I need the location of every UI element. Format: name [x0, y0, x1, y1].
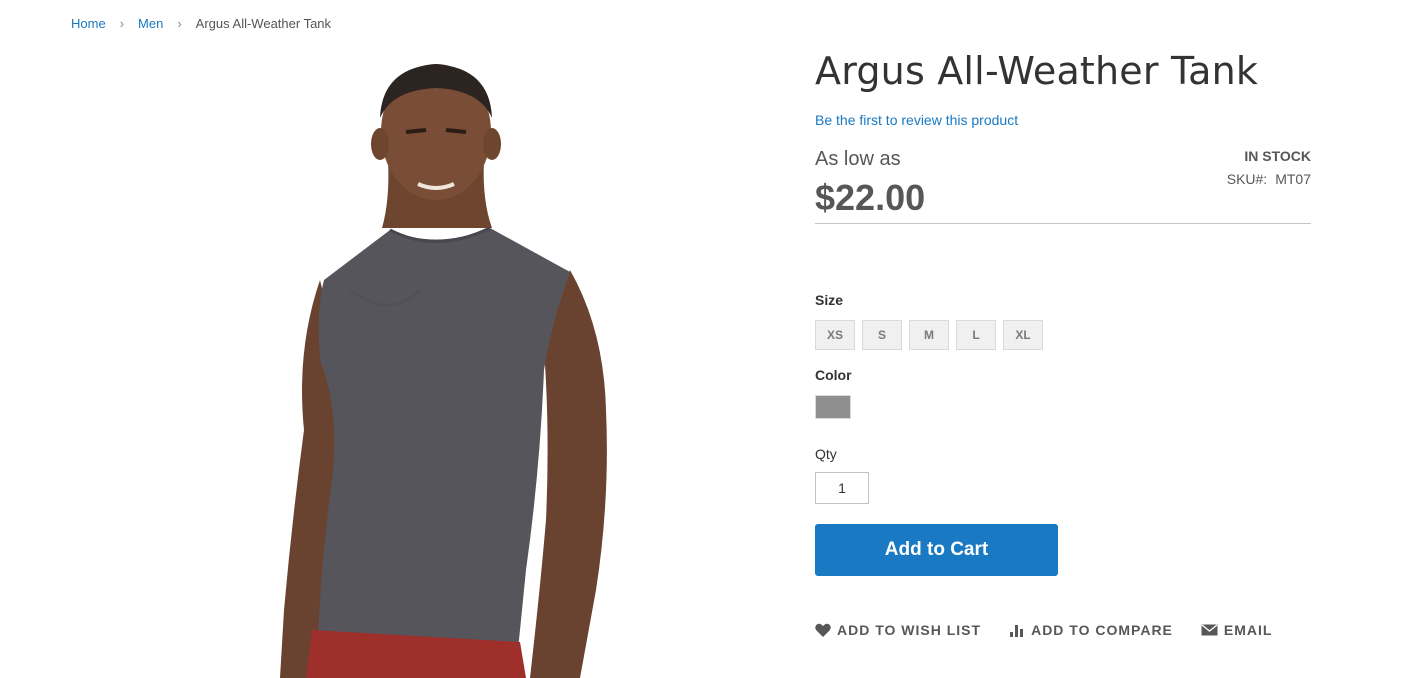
product-info: Argus All-Weather Tank Be the first to r… [815, 44, 1311, 638]
product-social-links: ADD TO WISH LIST ADD TO COMPARE EMAIL [815, 622, 1272, 638]
sku-label: SKU#: [1226, 171, 1268, 187]
price-box: As low as $22.00 IN STOCK SKU#: MT07 [815, 144, 1311, 224]
breadcrumb-men-link[interactable]: Men [138, 16, 163, 31]
price: $22.00 [815, 177, 926, 218]
size-option-xs[interactable]: XS [815, 320, 855, 350]
breadcrumb-home-link[interactable]: Home [71, 16, 106, 31]
product-image[interactable] [200, 50, 700, 678]
sku-value: MT07 [1275, 171, 1311, 187]
wishlist-label: ADD TO WISH LIST [837, 622, 982, 638]
add-to-cart-button[interactable]: Add to Cart [815, 524, 1058, 576]
price-label: As low as [815, 148, 901, 170]
size-option-xl[interactable]: XL [1003, 320, 1043, 350]
breadcrumb: Home › Men › Argus All-Weather Tank [71, 16, 331, 31]
breadcrumb-separator-icon: › [177, 16, 182, 31]
stock-status: IN STOCK [1244, 148, 1311, 164]
email-link[interactable]: EMAIL [1201, 622, 1273, 638]
product-title: Argus All-Weather Tank [815, 49, 1259, 93]
size-option-l[interactable]: L [956, 320, 996, 350]
size-label: Size [815, 292, 844, 308]
color-option-gray[interactable] [815, 395, 851, 419]
color-label: Color [815, 367, 852, 383]
add-to-wishlist-link[interactable]: ADD TO WISH LIST [815, 622, 981, 638]
sku: SKU#: MT07 [1227, 171, 1311, 187]
breadcrumb-separator-icon: › [119, 16, 125, 31]
product-photo [280, 64, 607, 678]
compare-icon [1010, 625, 1024, 637]
email-label: EMAIL [1223, 622, 1273, 638]
heart-icon [815, 623, 831, 637]
size-swatches: XS S M L XL [815, 320, 1043, 350]
review-link[interactable]: Be the first to review this product [815, 112, 1018, 128]
breadcrumb-current: Argus All-Weather Tank [195, 16, 332, 31]
size-option-m[interactable]: M [909, 320, 949, 350]
add-to-compare-link[interactable]: ADD TO COMPARE [1009, 622, 1173, 638]
compare-label: ADD TO COMPARE [1031, 622, 1173, 638]
qty-label: Qty [815, 446, 837, 462]
envelope-icon [1201, 624, 1218, 636]
qty-input[interactable] [815, 472, 869, 504]
size-option-s[interactable]: S [862, 320, 902, 350]
